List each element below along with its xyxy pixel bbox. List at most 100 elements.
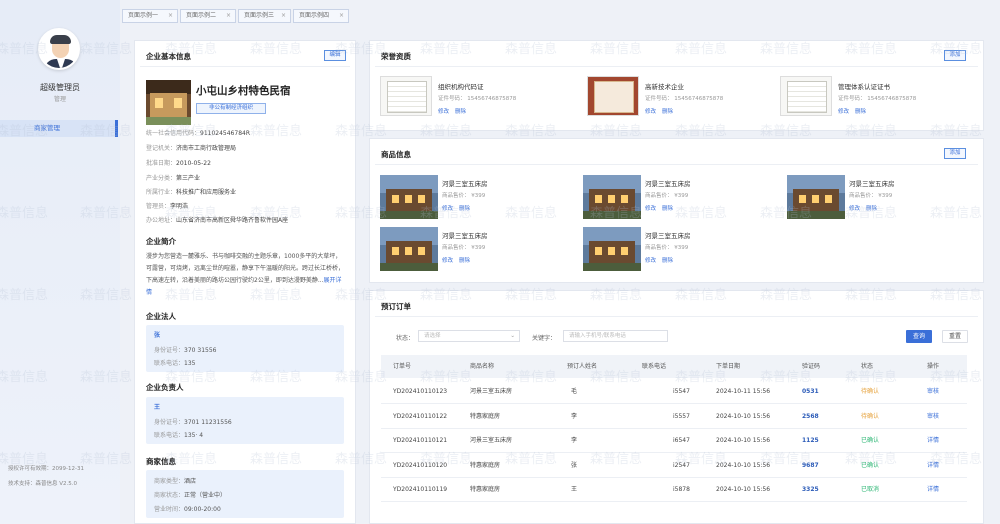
close-icon[interactable]: × bbox=[168, 10, 173, 22]
cell-order-no: YD202410110122 bbox=[393, 412, 448, 420]
edit-product-link[interactable]: 修改 bbox=[849, 206, 860, 212]
divider bbox=[375, 316, 978, 317]
add-honor-button[interactable]: 添加 bbox=[944, 50, 966, 61]
edit-product-link[interactable]: 修改 bbox=[442, 258, 453, 264]
product-item: 河景三室五床房 商品售价： ¥399 修改 删除 bbox=[380, 227, 560, 272]
reset-button[interactable]: 重置 bbox=[942, 330, 968, 343]
cell-status: 已确认 bbox=[861, 437, 880, 444]
delete-honor-link[interactable]: 删除 bbox=[455, 109, 466, 115]
delete-honor-link[interactable]: 删除 bbox=[662, 109, 673, 115]
product-image[interactable] bbox=[787, 175, 845, 219]
manager-title: 企业负责人 bbox=[146, 383, 184, 392]
info-admin: 管理员：李明浩 bbox=[146, 203, 189, 210]
products-title: 商品信息 bbox=[381, 150, 411, 159]
orders-table-header: 订单号 商品名称 预订人姓名 联系电话 下单日期 验证码 状态 操作 bbox=[381, 355, 967, 378]
search-button[interactable]: 查询 bbox=[906, 330, 932, 343]
delete-product-link[interactable]: 删除 bbox=[662, 206, 673, 212]
product-image[interactable] bbox=[583, 175, 641, 219]
col-code: 验证码 bbox=[802, 363, 821, 370]
honor-item: 高新技术企业 证件号码： 15456746875878 修改 删除 bbox=[587, 76, 767, 121]
close-icon[interactable]: × bbox=[339, 10, 344, 22]
order-action-link[interactable]: 审核 bbox=[927, 405, 939, 429]
tab-page-3[interactable]: 页面示例三 × bbox=[238, 9, 291, 23]
legal-person-name: 张 bbox=[154, 332, 161, 339]
legal-person-card: 张 身份证号：370 31556 联系电话：135 bbox=[146, 325, 344, 372]
tab-page-4[interactable]: 页面示例四 × bbox=[293, 9, 349, 23]
honors-title: 荣誉资质 bbox=[381, 52, 411, 61]
support-text: 技术支持：森普信息 V2.5.0 bbox=[8, 481, 78, 487]
close-icon[interactable]: × bbox=[226, 10, 231, 22]
product-price: 商品售价： ¥399 bbox=[442, 245, 486, 251]
user-role: 管理 bbox=[53, 96, 66, 103]
edit-honor-link[interactable]: 修改 bbox=[438, 109, 449, 115]
business-name: 小屯山乡村特色民宿 bbox=[196, 85, 291, 97]
delete-product-link[interactable]: 删除 bbox=[459, 206, 470, 212]
close-icon[interactable]: × bbox=[281, 10, 286, 22]
edit-product-link[interactable]: 修改 bbox=[645, 206, 656, 212]
edit-product-link[interactable]: 修改 bbox=[645, 258, 656, 264]
info-industry-category: 产业分类：第三产业 bbox=[146, 175, 201, 182]
product-name: 河景三室五床房 bbox=[849, 180, 895, 188]
status-select[interactable]: 请选择 ⌄ bbox=[418, 330, 520, 342]
product-name: 河景三室五床房 bbox=[645, 232, 691, 240]
delete-product-link[interactable]: 删除 bbox=[459, 258, 470, 264]
cell-order-no: YD202410110121 bbox=[393, 437, 448, 444]
product-item: 河景三室五床房 商品售价： ¥399 修改 删除 bbox=[583, 175, 763, 220]
certificate-image[interactable] bbox=[380, 76, 432, 116]
cell-status: 已确认 bbox=[861, 461, 880, 469]
delete-product-link[interactable]: 删除 bbox=[866, 206, 877, 212]
product-image[interactable] bbox=[380, 175, 438, 219]
col-action: 操作 bbox=[927, 363, 940, 370]
info-office-address: 办公地址：山东省济南市高新区舜华路齐鲁软件园A座 bbox=[146, 217, 289, 224]
edit-honor-link[interactable]: 修改 bbox=[645, 109, 656, 115]
order-action-link[interactable]: 详情 bbox=[927, 429, 939, 453]
keyword-input[interactable]: 请输入手机号/联系电话 bbox=[563, 330, 668, 342]
business-info-title: 企业基本信息 bbox=[146, 52, 191, 61]
cell-order-no: YD202410110120 bbox=[393, 461, 448, 469]
avatar[interactable] bbox=[38, 28, 80, 70]
order-action-link[interactable]: 审核 bbox=[927, 380, 939, 404]
manager-id: 身份证号：3701 11231556 bbox=[154, 419, 232, 426]
product-image[interactable] bbox=[583, 227, 641, 271]
delete-product-link[interactable]: 删除 bbox=[662, 258, 673, 264]
certificate-image[interactable] bbox=[587, 76, 639, 116]
cell-product: 特惠家庭房 bbox=[470, 486, 501, 493]
tab-page-1[interactable]: 页面示例一 × bbox=[122, 9, 178, 23]
sidebar-item-merchant-management[interactable]: 商家管理 bbox=[0, 120, 118, 137]
intro-title: 企业简介 bbox=[146, 237, 176, 246]
cell-date: 2024-10-10 15:56 bbox=[716, 486, 771, 493]
product-name: 河景三室五床房 bbox=[442, 180, 488, 188]
divider bbox=[375, 164, 978, 165]
cell-product: 特惠家庭房 bbox=[470, 412, 501, 420]
order-action-link[interactable]: 详情 bbox=[927, 454, 939, 478]
tab-label: 页面示例三 bbox=[244, 12, 275, 19]
cell-status: 待确认 bbox=[861, 388, 880, 395]
col-date: 下单日期 bbox=[716, 363, 741, 370]
tab-label: 页面示例四 bbox=[299, 12, 330, 19]
order-action-link[interactable]: 详情 bbox=[927, 478, 939, 502]
edit-product-link[interactable]: 修改 bbox=[442, 206, 453, 212]
info-registration-authority: 登记机关：济南市工商行政管理局 bbox=[146, 145, 237, 152]
col-phone: 联系电话 bbox=[642, 363, 667, 370]
user-name: 超级管理员 bbox=[40, 83, 80, 92]
tab-page-2[interactable]: 页面示例二 × bbox=[180, 9, 236, 23]
add-product-button[interactable]: 添加 bbox=[944, 148, 966, 159]
manager-name: 王 bbox=[154, 404, 161, 411]
cell-code: 3325 bbox=[802, 486, 819, 493]
info-credit-code: 统一社会信用代码：91102454678​4R bbox=[146, 130, 250, 137]
cell-code: 1125 bbox=[802, 437, 819, 444]
certificate-image[interactable] bbox=[780, 76, 832, 116]
edit-honor-link[interactable]: 修改 bbox=[838, 109, 849, 115]
delete-honor-link[interactable]: 删除 bbox=[855, 109, 866, 115]
product-image[interactable] bbox=[380, 227, 438, 271]
product-price: 商品售价： ¥399 bbox=[645, 245, 689, 251]
cell-order-no: YD202410110123 bbox=[393, 388, 448, 395]
cell-product: 河景三室五床房 bbox=[470, 437, 513, 444]
cell-product: 河景三室五床房 bbox=[470, 388, 513, 395]
tab-label: 页面示例一 bbox=[128, 12, 159, 19]
cell-phone: i5878 bbox=[673, 486, 690, 493]
edit-business-button[interactable]: 编辑 bbox=[324, 50, 346, 61]
tab-label: 页面示例二 bbox=[186, 12, 217, 19]
cell-status: 已取消 bbox=[861, 486, 880, 493]
col-order-no: 订单号 bbox=[393, 363, 412, 370]
